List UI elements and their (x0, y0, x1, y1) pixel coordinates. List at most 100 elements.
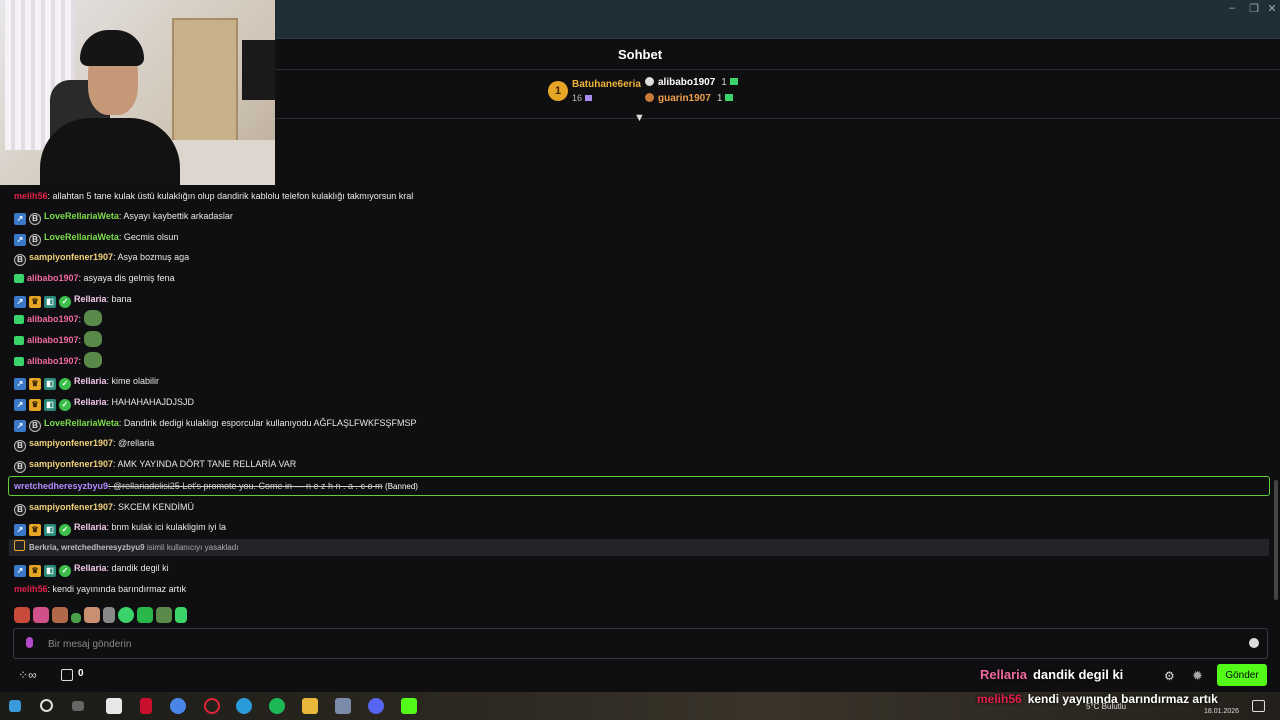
b-badge-icon[interactable]: B (14, 504, 26, 516)
microphone-icon[interactable] (26, 637, 33, 648)
file-explorer-icon[interactable] (302, 698, 318, 714)
chat-message: ↗ ♛ ◧ ✓ Rellaria: bnm kulak ici kulakligim i… (14, 518, 226, 536)
moderator-badge-icon[interactable]: ↗ (14, 296, 26, 308)
points-infinity-icon[interactable]: ⁘∞ (18, 668, 37, 682)
moderator-badge-icon[interactable]: ↗ (14, 378, 26, 390)
chat-input[interactable] (46, 634, 1230, 654)
subscriber-badge-icon[interactable]: ◧ (44, 378, 56, 390)
gift-badge-icon[interactable] (14, 315, 24, 324)
verified-badge-icon[interactable]: ✓ (59, 378, 71, 390)
emote-icon[interactable] (118, 607, 134, 623)
message-username[interactable]: alibabo1907 (27, 314, 79, 324)
message-text: : bana (106, 294, 132, 304)
chat-input-box[interactable] (13, 628, 1268, 659)
crown-badge-icon[interactable]: ♛ (29, 565, 41, 577)
verified-badge-icon[interactable]: ✓ (59, 399, 71, 411)
verified-badge-icon[interactable]: ✓ (59, 524, 71, 536)
subscriber-badge-icon[interactable]: ◧ (44, 399, 56, 411)
message-username[interactable]: sampiyonfener1907 (29, 438, 113, 448)
b-badge-icon[interactable]: B (29, 234, 41, 246)
collapse-icon[interactable]: ▼ (634, 112, 645, 124)
message-username[interactable]: Rellaria (74, 294, 107, 304)
emote-icon[interactable] (33, 607, 49, 623)
message-username[interactable]: alibabo1907 (27, 273, 79, 283)
b-badge-icon[interactable]: B (14, 254, 26, 266)
chrome-icon[interactable] (170, 698, 186, 714)
opera-icon[interactable] (204, 698, 220, 714)
message-username[interactable]: Rellaria (74, 563, 107, 573)
message-username[interactable]: Rellaria (74, 376, 107, 386)
moderator-badge-icon[interactable]: ↗ (14, 565, 26, 577)
emote-icon[interactable] (156, 607, 172, 623)
minimize-button[interactable]: – (1222, 2, 1242, 14)
b-badge-icon[interactable]: B (29, 213, 41, 225)
message-username[interactable]: sampiyonfener1907 (29, 252, 113, 262)
moderator-badge-icon[interactable]: ↗ (14, 234, 26, 246)
send-button[interactable]: Gönder (1217, 664, 1267, 686)
gift-badge-icon[interactable] (14, 357, 24, 366)
crown-badge-icon[interactable]: ♛ (29, 296, 41, 308)
store-icon[interactable] (106, 698, 122, 714)
b-badge-icon[interactable]: B (14, 461, 26, 473)
subscriber-badge-icon[interactable]: ◧ (44, 565, 56, 577)
chat-bottom-bar: ⁘∞ 0 Rellaria dandik degil ki ⚙ ✹ Gönder (0, 662, 1280, 690)
chat-scrollbar[interactable] (1274, 480, 1278, 600)
message-username[interactable]: sampiyonfener1907 (29, 502, 113, 512)
emote-icon[interactable] (137, 607, 153, 623)
moderator-badge-icon[interactable]: ↗ (14, 420, 26, 432)
emote-icon[interactable] (103, 607, 115, 623)
emote-icon[interactable] (52, 607, 68, 623)
notification-icon[interactable] (1252, 700, 1265, 712)
leaderboard-row[interactable]: guarin1907 1 (645, 93, 734, 104)
message-username[interactable]: melih56 (14, 584, 48, 594)
gift-badge-icon[interactable] (14, 274, 24, 283)
verified-badge-icon[interactable]: ✓ (59, 565, 71, 577)
subscriber-badge-icon[interactable]: ◧ (44, 524, 56, 536)
chat-message: Bsampiyonfener1907: SKCEM KENDİMÜ (14, 498, 194, 516)
task-view-icon[interactable] (72, 701, 84, 711)
edge-icon[interactable] (236, 698, 252, 714)
gift-badge-icon[interactable] (14, 336, 24, 345)
message-username[interactable]: LoveRellariaWeta (44, 211, 119, 221)
emote-icon[interactable] (84, 607, 100, 623)
chat-settings-icon[interactable]: ✹ (1192, 668, 1203, 684)
crown-badge-icon[interactable]: ♛ (29, 524, 41, 536)
emote-icon[interactable] (71, 613, 81, 623)
app-icon[interactable] (335, 698, 351, 714)
kick-icon[interactable] (401, 698, 417, 714)
taskbar-date[interactable]: 18.01.2026 (1204, 708, 1239, 715)
moderator-badge-icon[interactable]: ↗ (14, 213, 26, 225)
search-icon[interactable] (40, 699, 53, 712)
message-username[interactable]: Rellaria (74, 397, 107, 407)
message-text: : Gecmis olsun (118, 232, 179, 242)
netflix-icon[interactable] (140, 698, 152, 714)
verified-badge-icon[interactable]: ✓ (59, 296, 71, 308)
gift-icon[interactable] (61, 669, 73, 681)
message-username[interactable]: LoveRellariaWeta (44, 418, 119, 428)
message-username[interactable]: alibabo1907 (27, 356, 79, 366)
discord-icon[interactable] (368, 698, 384, 714)
subscriber-badge-icon[interactable]: ◧ (44, 296, 56, 308)
emoji-icon[interactable] (1249, 638, 1259, 648)
message-username[interactable]: sampiyonfener1907 (29, 459, 113, 469)
weather-widget[interactable]: 5°C Bulutlu (1086, 702, 1126, 711)
b-badge-icon[interactable]: B (14, 440, 26, 452)
moderator-badge-icon[interactable]: ↗ (14, 524, 26, 536)
message-username[interactable]: melih56 (14, 191, 48, 201)
message-username[interactable]: LoveRellariaWeta (44, 232, 119, 242)
emote-icon[interactable] (14, 607, 30, 623)
spotify-icon[interactable] (269, 698, 285, 714)
b-badge-icon[interactable]: B (29, 420, 41, 432)
settings-gear-icon[interactable]: ⚙ (1164, 669, 1175, 683)
leaderboard-row[interactable]: alibabo1907 1 (645, 77, 738, 88)
message-username[interactable]: Rellaria (74, 522, 107, 532)
crown-badge-icon[interactable]: ♛ (29, 378, 41, 390)
emote-icon[interactable] (175, 607, 187, 623)
moderator-badge-icon[interactable]: ↗ (14, 399, 26, 411)
close-button[interactable]: ✕ (1262, 2, 1280, 15)
message-username[interactable]: alibabo1907 (27, 335, 79, 345)
start-icon[interactable] (9, 700, 21, 712)
crown-badge-icon[interactable]: ♛ (29, 399, 41, 411)
message-username[interactable]: wretchedheresyzbyu9 (14, 481, 108, 491)
maximize-button[interactable]: ❐ (1244, 2, 1264, 15)
